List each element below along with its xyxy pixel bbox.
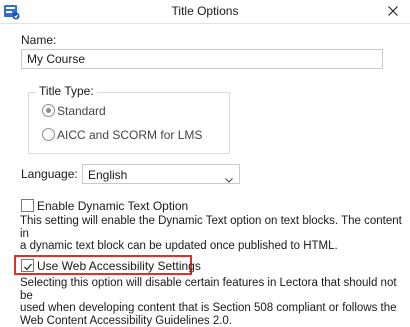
language-value: English <box>88 168 127 182</box>
web-accessibility-label: Use Web Accessibility Settings <box>37 259 201 273</box>
window-title: Title Options <box>0 4 410 18</box>
radio-aicc-scorm[interactable] <box>42 128 55 141</box>
title-type-label: Title Type: <box>36 84 97 98</box>
chevron-down-icon <box>225 172 233 186</box>
title-bar: Title Options <box>0 0 410 24</box>
name-label: Name: <box>21 33 56 47</box>
dynamic-text-description-line: a dynamic text block can be updated once… <box>20 240 405 253</box>
name-input[interactable] <box>21 49 383 69</box>
language-label: Language: <box>21 167 78 181</box>
title-type-group <box>28 92 230 154</box>
web-accessibility-description-line: Web Content Accessibility Guidelines 2.0… <box>20 315 405 327</box>
close-icon <box>388 5 398 19</box>
web-accessibility-description-line: Selecting this option will disable certa… <box>20 277 405 302</box>
radio-standard[interactable] <box>42 104 55 117</box>
language-select[interactable]: English <box>82 164 240 184</box>
web-accessibility-checkbox[interactable] <box>21 259 34 272</box>
dynamic-text-label: Enable Dynamic Text Option <box>37 199 188 213</box>
dynamic-text-description-line: This setting will enable the Dynamic Tex… <box>20 215 405 240</box>
checkmark-icon <box>23 261 33 275</box>
radio-standard-label: Standard <box>57 104 106 118</box>
close-button[interactable] <box>376 0 410 23</box>
dynamic-text-description: This setting will enable the Dynamic Tex… <box>20 215 405 253</box>
radio-aicc-scorm-label: AICC and SCORM for LMS <box>57 128 202 142</box>
dynamic-text-checkbox[interactable] <box>21 199 34 212</box>
web-accessibility-description-line: used when developing content that is Sec… <box>20 302 405 315</box>
